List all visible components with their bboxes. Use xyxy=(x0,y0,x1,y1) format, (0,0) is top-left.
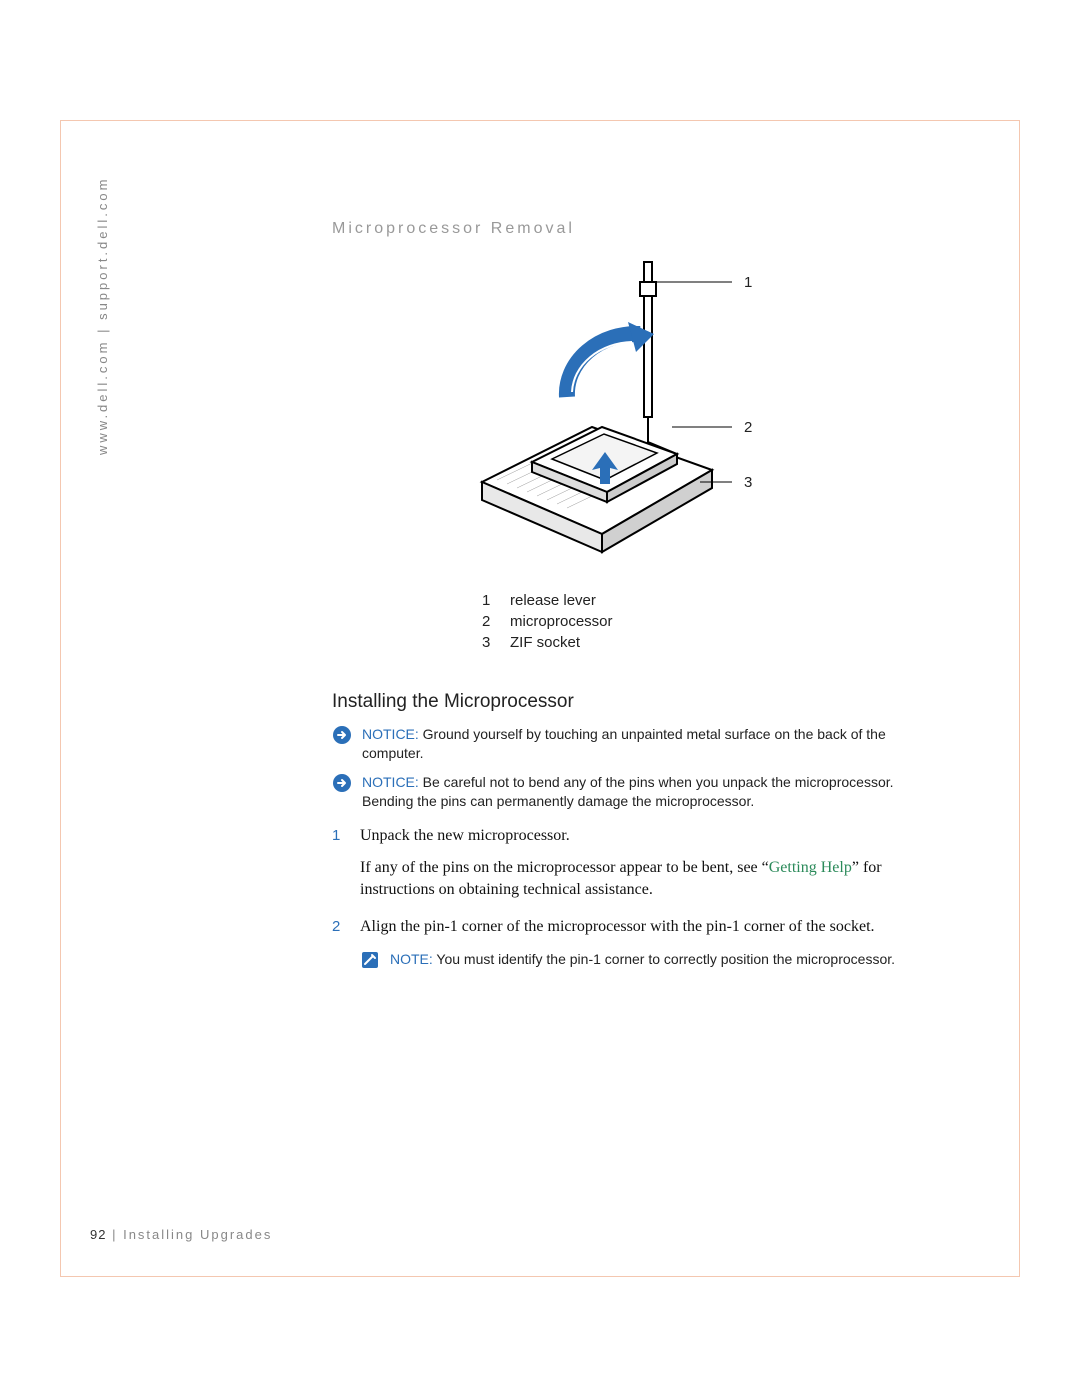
chapter-title: Installing Upgrades xyxy=(123,1227,272,1242)
legend-row: 1 release lever xyxy=(482,592,912,609)
callout-3: 3 xyxy=(744,474,752,491)
step-sub: If any of the pins on the microprocessor… xyxy=(360,857,912,902)
page-number: 92 xyxy=(90,1227,106,1242)
step-sub-pre: If any of the pins on the microprocessor… xyxy=(360,859,769,876)
notice-label: NOTICE: xyxy=(362,774,419,790)
release-lever-shape xyxy=(640,262,677,454)
step-number: 1 xyxy=(332,825,360,902)
microprocessor-removal-diagram: 1 2 3 xyxy=(422,252,762,562)
callout-1: 1 xyxy=(744,274,752,291)
notice-body: Ground yourself by touching an unpainted… xyxy=(362,726,886,761)
getting-help-link[interactable]: Getting Help xyxy=(769,859,852,876)
note-text: NOTE: You must identify the pin-1 corner… xyxy=(390,950,912,970)
note-body: You must identify the pin-1 corner to co… xyxy=(433,951,895,967)
notice-icon xyxy=(332,725,354,763)
diagram-legend: 1 release lever 2 microprocessor 3 ZIF s… xyxy=(482,592,912,651)
page-footer: 92 | Installing Upgrades xyxy=(90,1227,272,1242)
step-body: Unpack the new microprocessor. If any of… xyxy=(360,825,912,902)
footer-sep: | xyxy=(106,1227,123,1242)
callout-2: 2 xyxy=(744,419,752,436)
step-2: 2 Align the pin-1 corner of the micropro… xyxy=(332,916,912,938)
notice-text: NOTICE: Ground yourself by touching an u… xyxy=(362,725,912,763)
notice-text: NOTICE: Be careful not to bend any of th… xyxy=(362,773,912,811)
legend-row: 3 ZIF socket xyxy=(482,634,912,651)
notice-block: NOTICE: Be careful not to bend any of th… xyxy=(332,773,912,811)
section-heading: Installing the Microprocessor xyxy=(332,691,912,713)
side-url-text: www.dell.com | support.dell.com xyxy=(95,177,110,455)
notice-body: Be careful not to bend any of the pins w… xyxy=(362,774,894,809)
legend-row: 2 microprocessor xyxy=(482,613,912,630)
step-number: 2 xyxy=(332,916,360,938)
main-content: Microprocessor Removal xyxy=(332,220,912,980)
figure-title: Microprocessor Removal xyxy=(332,220,912,238)
legend-label: release lever xyxy=(510,592,596,609)
legend-label: microprocessor xyxy=(510,613,613,630)
step-body: Align the pin-1 corner of the microproce… xyxy=(360,916,912,938)
rotate-arrow-icon xyxy=(567,322,654,397)
cpu-socket-illustration xyxy=(422,252,762,562)
legend-num: 1 xyxy=(482,592,510,609)
legend-num: 2 xyxy=(482,613,510,630)
notice-block: NOTICE: Ground yourself by touching an u… xyxy=(332,725,912,763)
step-text: Align the pin-1 corner of the microproce… xyxy=(360,918,875,935)
step-1: 1 Unpack the new microprocessor. If any … xyxy=(332,825,912,902)
note-block: NOTE: You must identify the pin-1 corner… xyxy=(360,950,912,970)
notice-label: NOTICE: xyxy=(362,726,419,742)
legend-label: ZIF socket xyxy=(510,634,580,651)
step-text: Unpack the new microprocessor. xyxy=(360,827,570,844)
notice-icon xyxy=(332,773,354,811)
note-icon xyxy=(360,950,382,970)
note-label: NOTE: xyxy=(390,951,433,967)
legend-num: 3 xyxy=(482,634,510,651)
